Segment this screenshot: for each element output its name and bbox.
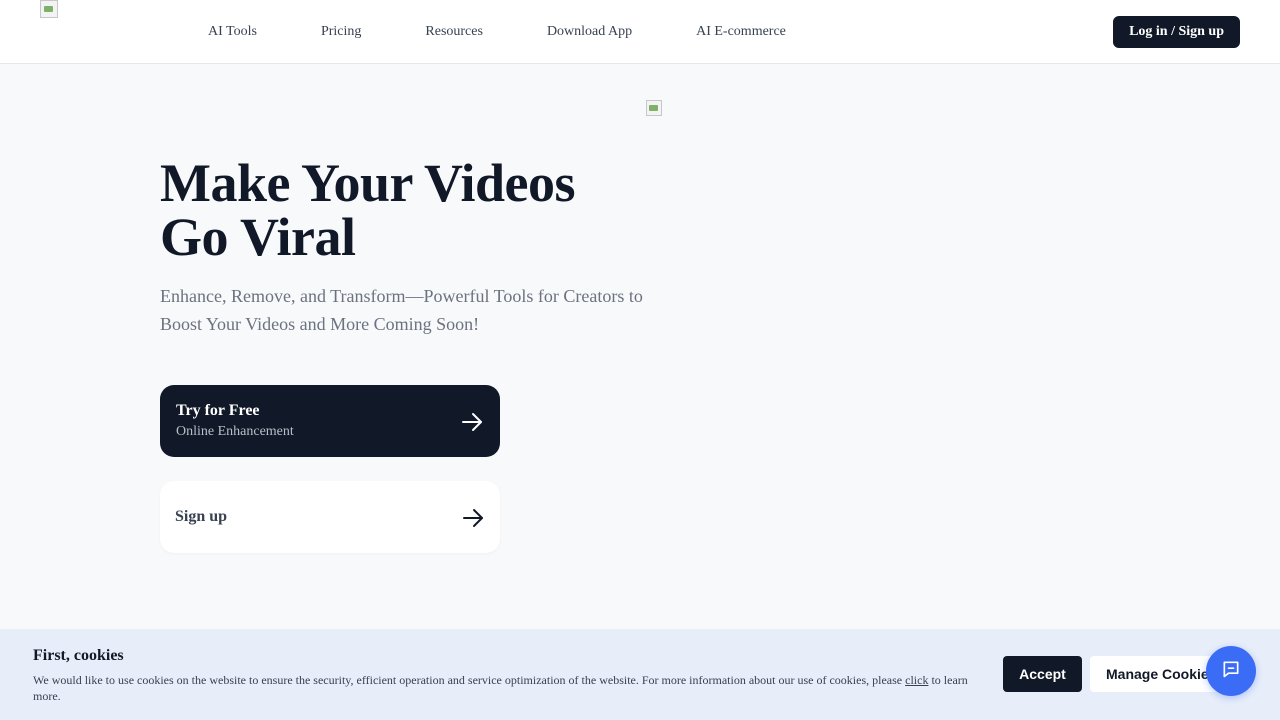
hero-image xyxy=(646,100,662,116)
nav-ai-ecommerce[interactable]: AI E-commerce xyxy=(696,24,786,40)
try-for-free-subtitle: Online Enhancement xyxy=(176,424,294,439)
cookie-banner: First, cookies We would like to use cook… xyxy=(0,629,1280,720)
cookie-title: First, cookies xyxy=(33,647,124,664)
hero-title-line-2: Go Viral xyxy=(160,207,356,267)
nav-resources[interactable]: Resources xyxy=(425,24,483,40)
arrow-right-icon xyxy=(461,506,485,535)
cookie-learn-more-link[interactable]: click xyxy=(905,673,928,687)
top-navigation-bar: AI Tools Pricing Resources Download App … xyxy=(0,0,1280,64)
cookie-text-main: We would like to use cookies on the webs… xyxy=(33,673,906,687)
nav-ai-tools[interactable]: AI Tools xyxy=(208,24,257,40)
nav-pricing[interactable]: Pricing xyxy=(321,24,361,40)
cookie-text: We would like to use cookies on the webs… xyxy=(33,672,978,704)
chat-button[interactable] xyxy=(1206,646,1256,696)
accept-cookies-button[interactable]: Accept xyxy=(1003,656,1082,692)
login-signup-button[interactable]: Log in / Sign up xyxy=(1113,16,1240,48)
try-for-free-title: Try for Free xyxy=(176,402,260,419)
site-logo[interactable] xyxy=(40,0,58,18)
chat-icon xyxy=(1221,659,1241,684)
arrow-right-icon xyxy=(460,410,484,439)
sign-up-button[interactable]: Sign up xyxy=(160,481,500,553)
nav-download-app[interactable]: Download App xyxy=(547,24,632,40)
hero-subtitle: Enhance, Remove, and Transform—Powerful … xyxy=(160,286,643,334)
try-for-free-button[interactable]: Try for Free Online Enhancement xyxy=(160,385,500,457)
hero-title: Make Your Videos Go Viral xyxy=(160,156,680,264)
main-nav: AI Tools Pricing Resources Download App … xyxy=(208,0,850,63)
sign-up-label: Sign up xyxy=(175,508,228,525)
hero-title-line-1: Make Your Videos xyxy=(160,153,576,213)
